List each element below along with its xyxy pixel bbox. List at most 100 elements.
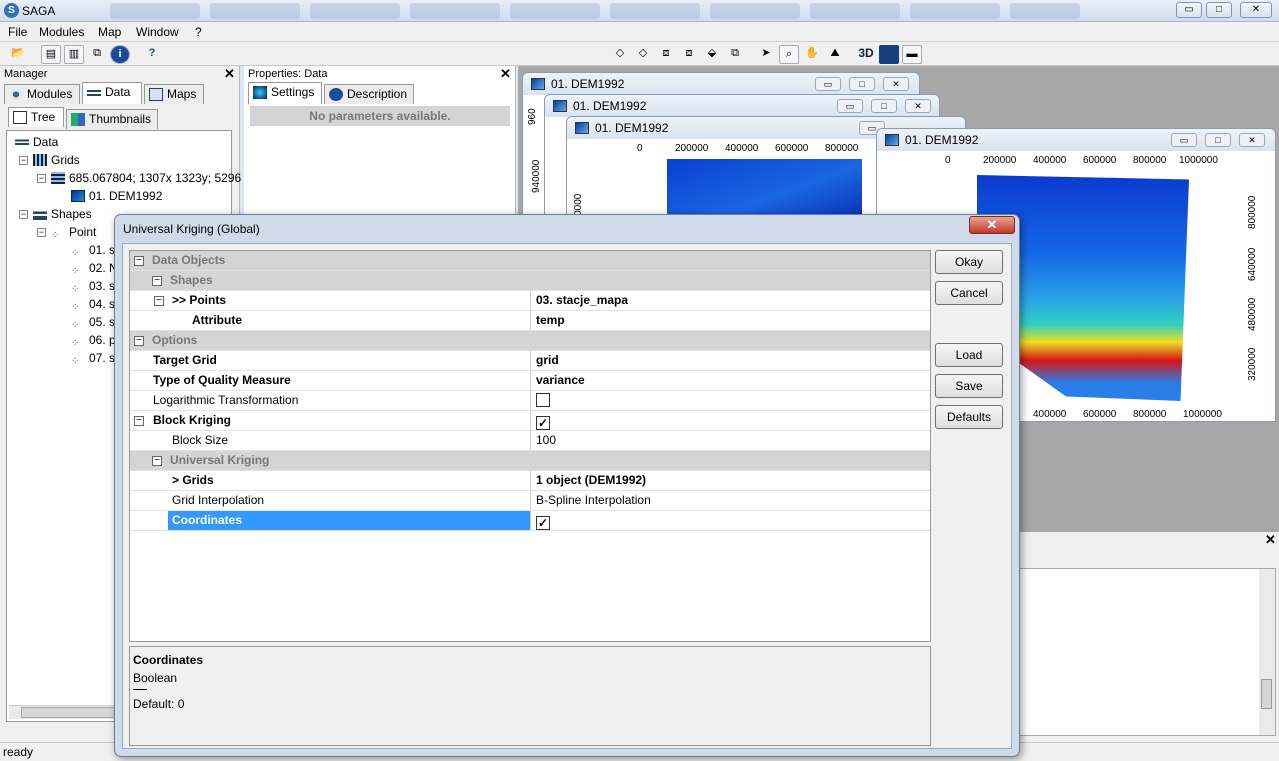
dialog-close-button[interactable]: ✕ — [969, 216, 1015, 234]
param-row-log-transform[interactable]: Logarithmic Transformation — [130, 391, 930, 411]
param-row-block-kriging[interactable]: − Block Kriging ✓ — [130, 411, 930, 431]
collapse-icon[interactable]: − — [134, 256, 144, 266]
zoom-tool-icon[interactable]: ⌕ — [779, 45, 799, 64]
windows-icon[interactable]: ⧉ — [87, 45, 107, 64]
pointer-icon[interactable]: ➤ — [756, 45, 776, 64]
tree-item-point-layer[interactable]: ⁘ 06. p — [71, 333, 116, 351]
category-universal-kriging[interactable]: − Universal Kriging — [130, 451, 930, 471]
tab-modules[interactable]: Modules — [4, 84, 80, 104]
param-row-grids[interactable]: > Grids 1 object (DEM1992) — [130, 471, 930, 491]
param-value[interactable]: 03. stacje_mapa — [530, 291, 930, 310]
layout-icon[interactable] — [879, 45, 899, 64]
coordinates-checkbox[interactable]: ✓ — [536, 516, 550, 530]
help-icon[interactable]: ? — [142, 45, 162, 64]
category-shapes[interactable]: − Shapes — [130, 271, 930, 291]
tree-item-data[interactable]: Data — [15, 135, 58, 149]
zoom-forward-icon[interactable]: ◇ — [633, 45, 653, 64]
zoom-selection-icon[interactable]: ⬙ — [702, 45, 722, 64]
manager-close-icon[interactable]: ✕ — [224, 66, 235, 82]
open-folder-icon[interactable]: 📂 — [8, 45, 28, 64]
map-maximize-button[interactable]: □ — [1205, 133, 1231, 147]
messages-close-icon[interactable]: ✕ — [1265, 532, 1276, 548]
close-button[interactable]: ✕ — [1240, 2, 1272, 18]
zoom-active-icon[interactable]: ⧈ — [679, 45, 699, 64]
tree-item-point[interactable]: ⁘ Point — [51, 225, 96, 243]
zoom-full-icon[interactable]: ⧈ — [656, 45, 676, 64]
map-close-button[interactable]: ✕ — [1239, 133, 1265, 147]
map-close-button[interactable]: ✕ — [883, 77, 909, 91]
menu-map[interactable]: Map — [98, 25, 121, 39]
param-value[interactable]: B-Spline Interpolation — [530, 491, 930, 510]
param-row-points[interactable]: − >> Points 03. stacje_mapa — [130, 291, 930, 311]
category-data-objects[interactable]: − Data Objects — [130, 251, 930, 271]
param-value[interactable]: grid — [530, 351, 930, 370]
measure-icon[interactable]: ⛰ — [825, 45, 845, 64]
collapse-icon[interactable]: − — [152, 276, 162, 286]
collapse-icon[interactable]: − — [19, 156, 28, 165]
menu-window[interactable]: Window — [136, 25, 179, 39]
param-value[interactable]: variance — [530, 371, 930, 390]
param-row-coordinates[interactable]: Coordinates ✓ — [130, 511, 930, 531]
tab-tree[interactable]: Tree — [8, 107, 64, 127]
manager-toggle-icon[interactable]: ▤ — [41, 45, 61, 64]
tree-item-grid-system[interactable]: 685.067804; 1307x 1323y; 5296 — [51, 171, 241, 185]
load-button[interactable]: Load — [935, 343, 1003, 367]
tree-item-point-layer[interactable]: ⁘ 02. N — [71, 261, 118, 279]
tab-description[interactable]: Description — [324, 84, 414, 104]
tree-item-point-layer[interactable]: ⁘ 03. s — [71, 279, 115, 297]
properties-close-icon[interactable]: ✕ — [500, 66, 511, 82]
tree-item-dem1992[interactable]: 01. DEM1992 — [71, 189, 162, 203]
tab-settings[interactable]: Settings — [248, 82, 322, 104]
map-maximize-button[interactable]: □ — [849, 77, 875, 91]
defaults-button[interactable]: Defaults — [935, 405, 1003, 429]
save-button[interactable]: Save — [935, 374, 1003, 398]
sync-maps-icon[interactable]: ⧉ — [725, 45, 745, 64]
collapse-icon[interactable]: − — [134, 336, 144, 346]
3d-view-icon[interactable]: 3D — [856, 45, 876, 64]
info-icon[interactable]: i — [110, 45, 130, 64]
param-row-block-size[interactable]: Block Size 100 — [130, 431, 930, 451]
category-options[interactable]: − Options — [130, 331, 930, 351]
tab-data[interactable]: Data — [82, 82, 142, 104]
tree-item-point-layer[interactable]: ⁘ 05. s — [71, 315, 115, 333]
tab-thumbnails[interactable]: Thumbnails — [66, 109, 158, 129]
map-minimize-button[interactable]: ▭ — [837, 99, 863, 113]
param-value[interactable]: 1 object (DEM1992) — [530, 471, 930, 490]
map-minimize-button[interactable]: ▭ — [815, 77, 841, 91]
param-row-target-grid[interactable]: Target Grid grid — [130, 351, 930, 371]
param-row-quality-measure[interactable]: Type of Quality Measure variance — [130, 371, 930, 391]
menu-file[interactable]: File — [8, 25, 27, 39]
collapse-icon[interactable]: − — [154, 296, 164, 306]
map-maximize-button[interactable]: □ — [871, 99, 897, 113]
log-transform-checkbox[interactable] — [536, 393, 550, 407]
tree-item-point-layer[interactable]: ⁘ 07. s — [71, 351, 115, 369]
block-kriging-checkbox[interactable]: ✓ — [536, 416, 550, 430]
tree-item-shapes[interactable]: Shapes — [33, 207, 92, 221]
collapse-icon[interactable]: − — [37, 174, 46, 183]
param-row-grid-interpolation[interactable]: Grid Interpolation B-Spline Interpolatio… — [130, 491, 930, 511]
map-close-button[interactable]: ✕ — [905, 99, 931, 113]
param-value[interactable]: temp — [530, 311, 930, 330]
minimize-button[interactable]: ▭ — [1176, 2, 1202, 18]
properties-toggle-icon[interactable]: ▥ — [64, 45, 84, 64]
okay-button[interactable]: Okay — [935, 250, 1003, 274]
tab-maps[interactable]: Maps — [144, 84, 204, 104]
pan-hand-icon[interactable]: ✋ — [802, 45, 822, 64]
vertical-scrollbar[interactable] — [1259, 569, 1275, 735]
collapse-icon[interactable]: − — [19, 210, 28, 219]
tree-item-grids[interactable]: Grids — [33, 153, 80, 167]
maximize-button[interactable]: □ — [1206, 2, 1232, 18]
map-minimize-button[interactable]: ▭ — [1171, 133, 1197, 147]
zoom-back-icon[interactable]: ◇ — [610, 45, 630, 64]
menu-modules[interactable]: Modules — [39, 25, 84, 39]
param-value[interactable]: 100 — [530, 431, 930, 450]
menu-help[interactable]: ? — [195, 25, 202, 39]
collapse-icon[interactable]: − — [152, 456, 162, 466]
param-row-attribute[interactable]: Attribute temp — [130, 311, 930, 331]
cancel-button[interactable]: Cancel — [935, 281, 1003, 305]
scale-bar-icon[interactable]: ▬ — [902, 45, 922, 64]
collapse-icon[interactable]: − — [134, 416, 144, 426]
collapse-icon[interactable]: − — [37, 228, 46, 237]
tree-item-point-layer[interactable]: ⁘ 04. s — [71, 297, 115, 315]
tree-item-point-layer[interactable]: ⁘ 01. s — [71, 243, 115, 261]
